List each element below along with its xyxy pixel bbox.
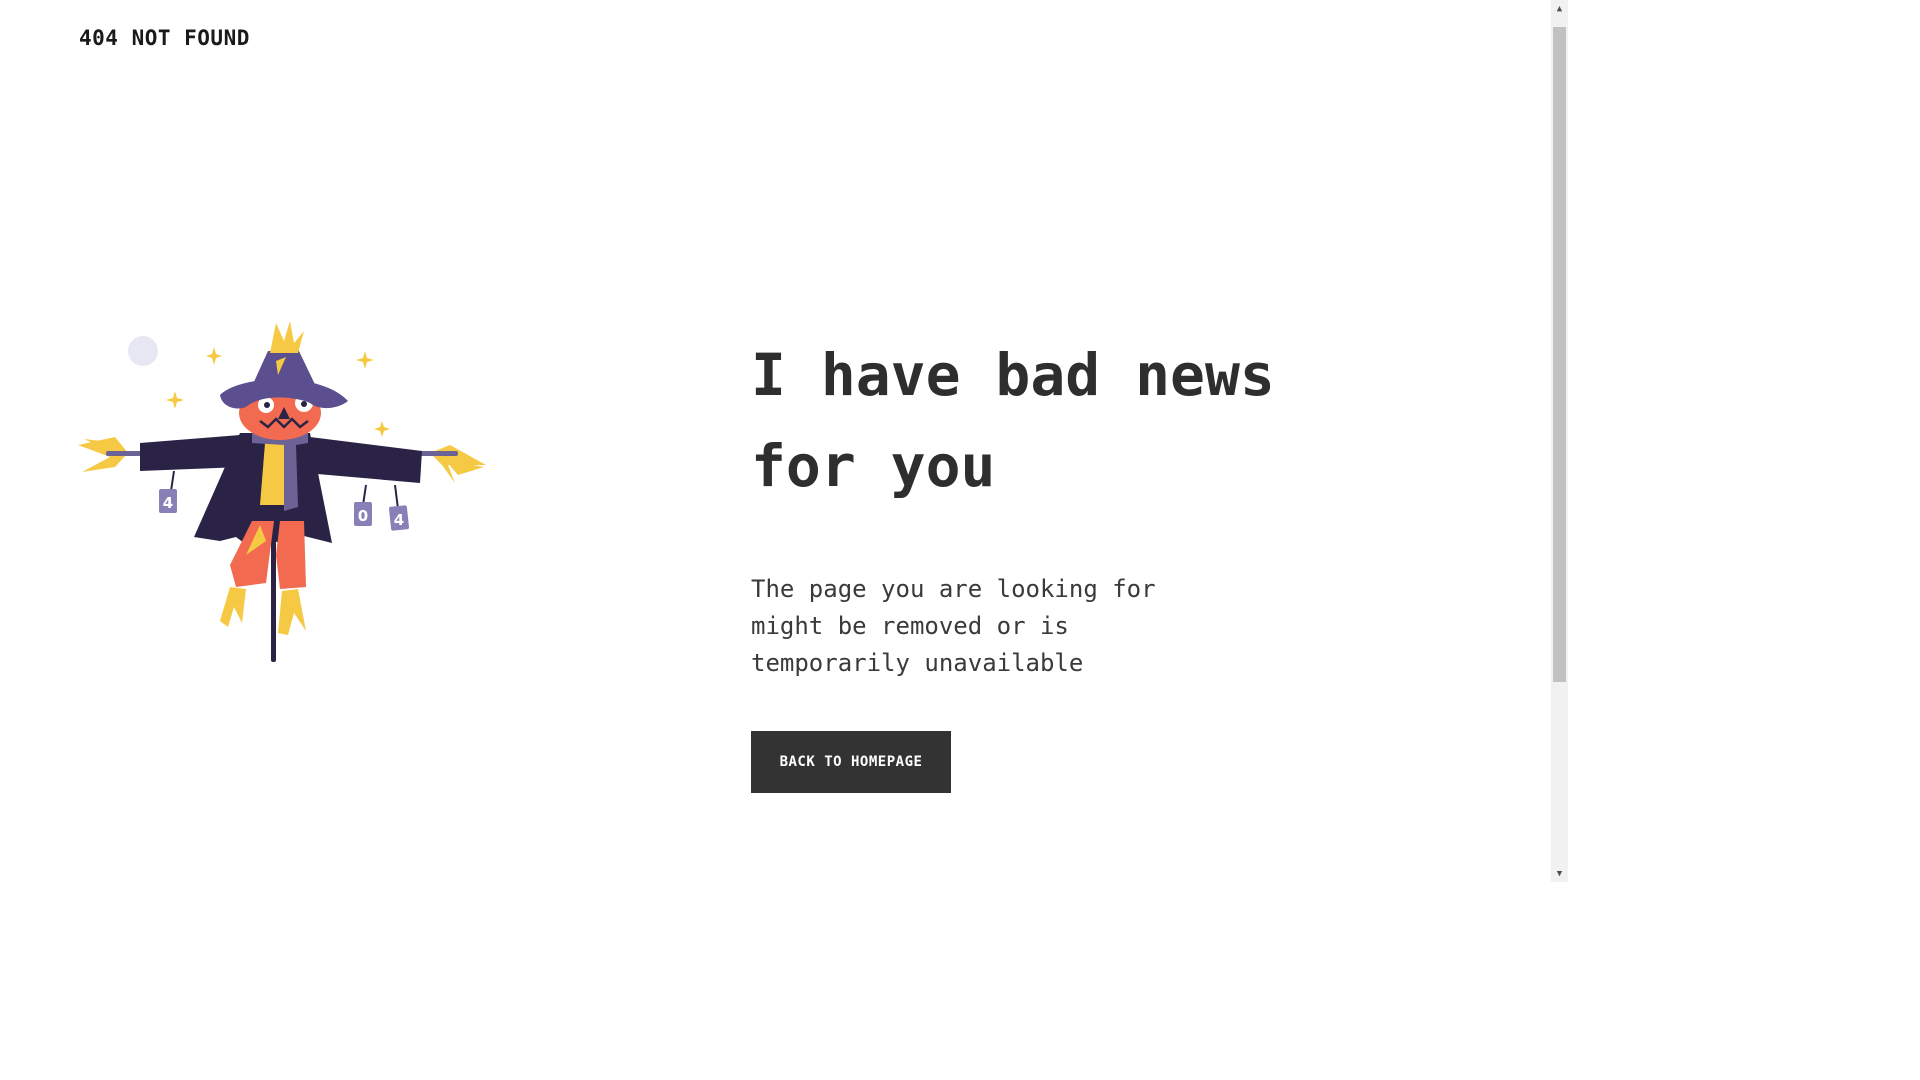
error-content: I have bad news for you The page you are… bbox=[751, 330, 1401, 682]
straw-right bbox=[430, 445, 486, 483]
leg-right bbox=[276, 521, 306, 589]
straw-foot-left bbox=[220, 587, 246, 627]
scrollbar-thumb[interactable] bbox=[1553, 27, 1566, 682]
arrow-up-icon[interactable]: ▲ bbox=[1551, 0, 1568, 17]
scarecrow-illustration: 4 0 4 bbox=[78, 321, 486, 662]
page: 404 NOT FOUND 4 0 4 I have bad news for … bbox=[0, 0, 1568, 882]
can-label: 4 bbox=[394, 511, 404, 529]
can-label: 0 bbox=[358, 507, 368, 525]
page-headline: I have bad news for you bbox=[751, 341, 1275, 500]
coat-arm-right bbox=[306, 437, 422, 483]
can-label: 4 bbox=[163, 494, 173, 512]
arrow-down-icon[interactable]: ▼ bbox=[1551, 865, 1568, 882]
moon-icon bbox=[128, 336, 158, 366]
hat-straw bbox=[270, 321, 304, 353]
error-message: The page you are looking for might be re… bbox=[751, 575, 1156, 677]
vertical-scrollbar[interactable]: ▲ ▼ bbox=[1551, 0, 1568, 882]
brand-title: 404 NOT FOUND bbox=[79, 26, 250, 50]
straw-foot-right bbox=[278, 589, 306, 635]
back-to-homepage-button[interactable]: BACK TO HOMEPAGE bbox=[751, 731, 951, 793]
hat-crown bbox=[248, 349, 322, 399]
